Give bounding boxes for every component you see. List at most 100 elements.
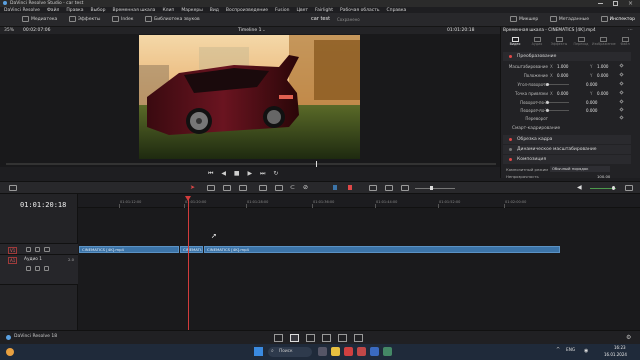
timeline-clip[interactable]: CINEMATICS [4K].mp4 [204, 246, 560, 253]
composite-mode-select[interactable]: Обычный порядок [550, 166, 610, 172]
timeline-dropdown-icon[interactable]: ⌄ [262, 27, 266, 34]
timeline-clip[interactable]: CINEMATI... [180, 246, 203, 253]
timeline-clip[interactable]: CINEMATICS [4K].mp4 [79, 246, 179, 253]
transform-enabled-icon[interactable] [509, 55, 512, 58]
dynamic-zoom-section[interactable]: Динамическое масштабирование [503, 145, 631, 154]
zoom-level[interactable]: 35% [4, 27, 14, 34]
page-fairlight-icon[interactable] [338, 334, 347, 342]
play-icon[interactable]: ▶ [247, 170, 252, 177]
metadata-button[interactable]: Метаданные [549, 16, 589, 22]
marker-icon[interactable] [348, 185, 352, 190]
x-value-field[interactable]: 0.000 [586, 82, 597, 87]
overwrite-clip-icon[interactable] [275, 185, 283, 191]
inspector-button[interactable]: Инспектор [600, 16, 635, 22]
inspector-tab[interactable]: Аудио [526, 36, 548, 50]
mute-icon[interactable] [44, 266, 49, 271]
stop-icon[interactable]: ■ [234, 170, 240, 177]
browser-icon[interactable] [344, 347, 353, 356]
loop-icon[interactable]: ↻ [273, 170, 278, 177]
inspector-tab[interactable]: Изображение [592, 36, 616, 50]
x-value-field[interactable]: 0.000 [557, 73, 568, 78]
zoom-detail-icon[interactable] [385, 185, 393, 191]
composite-section[interactable]: Композиция [503, 155, 631, 164]
y-value-field[interactable]: 0.000 [597, 91, 608, 96]
keyframe-icon[interactable] [619, 72, 624, 77]
track-visibility-icon[interactable] [44, 247, 50, 252]
inspector-tab[interactable]: Файл [614, 36, 636, 50]
inspector-tab[interactable]: Эффекты [548, 36, 570, 50]
composite-enabled-icon[interactable] [509, 158, 512, 161]
zoom-slider-handle[interactable] [430, 186, 433, 190]
clock-date[interactable]: 16.01.2024 [604, 352, 627, 357]
video-track-id[interactable]: V1 [8, 247, 18, 254]
inspector-expand-icon[interactable]: ⋯ [628, 27, 633, 33]
audio-meter-icon[interactable] [625, 185, 633, 191]
maximize-button[interactable] [613, 1, 618, 6]
viewer-scrubber[interactable] [6, 161, 496, 167]
audio-track-id[interactable]: A1 [8, 257, 18, 264]
mixer-button[interactable]: Микшер [510, 16, 538, 22]
x-value-field[interactable]: 0.000 [586, 108, 597, 113]
go-to-start-icon[interactable]: ⏮ [208, 170, 213, 177]
zoom-slider[interactable] [415, 188, 455, 189]
x-value-field[interactable]: 1.000 [557, 64, 568, 69]
keyframe-icon[interactable] [619, 107, 624, 112]
trim-tool-icon[interactable] [207, 185, 215, 191]
transform-section[interactable]: Преобразование [503, 52, 631, 61]
minimize-button[interactable] [598, 3, 603, 4]
linked-selection-icon[interactable]: ⊘ [303, 184, 308, 191]
y-value-field[interactable]: 0.000 [597, 73, 608, 78]
selection-tool-icon[interactable]: ➤ [190, 184, 195, 191]
zoom-custom-icon[interactable] [401, 185, 409, 191]
start-button[interactable] [254, 347, 263, 356]
file-explorer-icon[interactable] [331, 347, 340, 356]
media-pool-button[interactable]: Медиатека [22, 16, 57, 22]
playhead[interactable] [188, 196, 189, 330]
effects-button[interactable]: Эффекты [68, 16, 100, 22]
value-slider[interactable] [524, 101, 569, 104]
go-to-end-icon[interactable]: ⏭ [260, 170, 265, 177]
solo-icon[interactable] [35, 266, 40, 271]
y-value-field[interactable]: 1.000 [597, 64, 608, 69]
keyboard-language[interactable]: ENG [566, 348, 575, 353]
network-icon[interactable]: ◉ [584, 348, 588, 354]
page-fusion-icon[interactable] [306, 334, 315, 342]
track-area[interactable] [78, 208, 640, 330]
volume-slider-handle[interactable] [612, 186, 615, 190]
clock-time[interactable]: 16:23 [614, 345, 626, 350]
weather-icon[interactable] [6, 348, 14, 356]
timeline-view-icon[interactable] [9, 185, 17, 191]
timeline-ruler[interactable] [78, 194, 640, 208]
playhead-handle[interactable] [185, 196, 191, 201]
value-slider-handle[interactable] [546, 101, 549, 104]
viewer-scrubber-handle[interactable] [316, 161, 317, 167]
project-settings-icon[interactable]: ⚙ [626, 334, 631, 341]
task-view-icon[interactable] [318, 347, 327, 356]
volume-icon[interactable]: ◀ [577, 184, 582, 191]
lock-track-icon[interactable] [26, 247, 31, 252]
insert-clip-icon[interactable] [259, 185, 267, 191]
value-slider-handle[interactable] [546, 109, 549, 112]
x-value-field[interactable]: 0.000 [557, 91, 568, 96]
page-deliver-icon[interactable] [354, 334, 363, 342]
keyframe-icon[interactable] [619, 115, 624, 120]
taskbar-search[interactable]: ⌕ Поиск [268, 347, 312, 357]
dynamic-trim-icon[interactable] [223, 185, 231, 191]
auto-select-icon[interactable] [35, 247, 40, 252]
page-cut-icon[interactable] [274, 334, 283, 342]
x-value-field[interactable]: 0.000 [586, 100, 597, 105]
cropping-enabled-icon[interactable] [509, 138, 512, 141]
value-slider[interactable] [524, 109, 569, 112]
close-button[interactable]: × [628, 0, 633, 7]
dynamic-zoom-enabled-icon[interactable] [509, 148, 512, 151]
zoom-full-icon[interactable] [369, 185, 377, 191]
inspector-tab[interactable]: Переход [570, 36, 592, 50]
opacity-value[interactable]: 100.00 [597, 174, 610, 179]
value-slider-handle[interactable] [546, 83, 549, 86]
smart-reframe-label[interactable]: Смарт-кадрирование [512, 126, 560, 131]
audio-lock-icon[interactable] [26, 266, 31, 271]
media-app-icon[interactable] [357, 347, 366, 356]
page-edit-icon[interactable] [290, 334, 299, 342]
page-color-icon[interactable] [322, 334, 331, 342]
inspector-tab[interactable]: Видео [504, 36, 526, 50]
